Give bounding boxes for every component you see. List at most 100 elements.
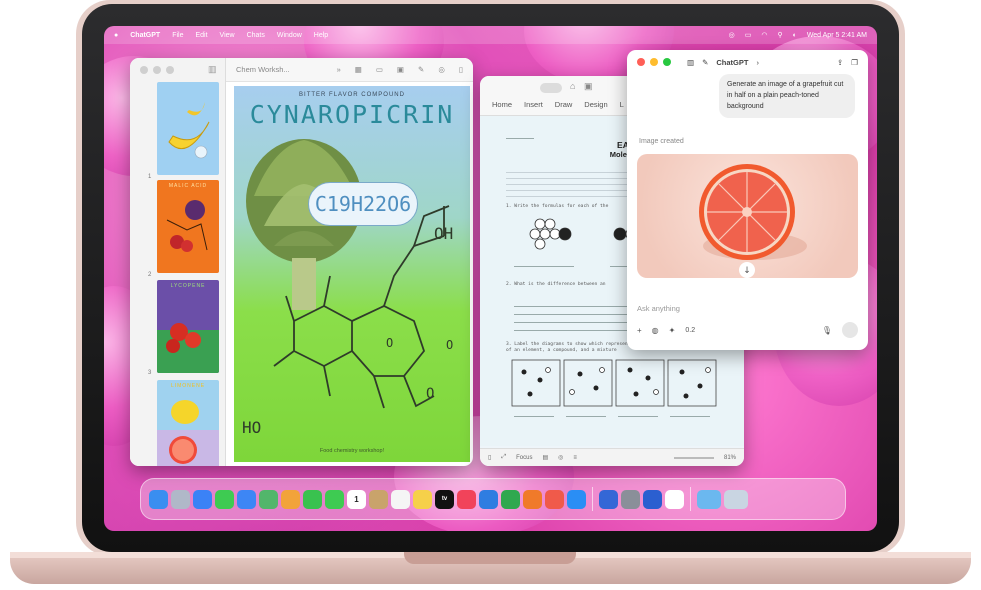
assistant-status: Image created [639,138,684,145]
dock-photos-icon[interactable] [281,489,300,509]
home-icon[interactable]: ⌂ [570,81,575,91]
tab-insert[interactable]: Insert [524,100,543,109]
document-title[interactable]: Chem Worksh... [236,65,290,74]
dock-maps-icon[interactable] [259,489,278,509]
menu-chats[interactable]: Chats [247,32,265,39]
media-icon[interactable]: ▣ [397,65,404,74]
print-layout-icon[interactable]: ▤ [542,454,548,461]
chatgpt-status-icon[interactable]: ◎ [729,31,735,39]
dock-chatgpt-icon[interactable] [665,489,684,509]
tools-icon[interactable]: ✦ [669,326,676,335]
tab-draw[interactable]: Draw [555,100,573,109]
dock-numbers-icon[interactable] [501,489,520,509]
dock-appstore-icon[interactable] [567,489,586,509]
tab-design[interactable]: Design [584,100,607,109]
dock-messages-icon[interactable] [215,489,234,509]
microphone-icon[interactable]: 🎙 [822,326,832,335]
menu-file[interactable]: File [172,32,183,39]
keynote-window[interactable]: ▥ 1 2 MALIC ACID 3 LYCOPENE LIMONENE Che… [130,58,473,466]
format-icon[interactable]: ✎ [418,65,424,74]
comment-icon[interactable]: ▭ [376,65,383,74]
close-button[interactable] [637,58,645,66]
dock-finder-icon[interactable] [149,489,168,509]
search-icon[interactable]: ⚲ [777,31,782,39]
control-center-icon[interactable]: ◐ [793,32,797,39]
focus-icon[interactable]: ⤢ [501,454,506,461]
dock-word-icon[interactable] [643,489,662,509]
page-icon[interactable]: ▯ [488,454,491,461]
menu-bar: ● ChatGPT File Edit View Chats Window He… [104,26,877,44]
slide-title: CYNAROPICRIN [249,100,455,129]
table-icon[interactable]: ▦ [355,65,362,74]
voice-mode-button[interactable] [842,322,858,338]
generated-image[interactable]: ↓ [637,154,858,278]
dock-facetime-icon[interactable] [303,489,322,509]
slide-thumb-1[interactable] [157,82,219,175]
chatgpt-window[interactable]: ▥ ✎ ChatGPT › ⇪ ❐ Generate an image of a… [627,50,868,350]
tab-layout[interactable]: L [620,100,624,109]
zoom-level[interactable]: 81% [724,455,736,461]
model-tag[interactable]: 0.2 [685,327,695,334]
model-selector[interactable]: ChatGPT [716,58,748,67]
share-icon[interactable]: ⇪ [837,58,843,67]
dock-settings-icon[interactable] [621,489,640,509]
lemon-icon [157,400,219,466]
save-icon[interactable]: ▣ [584,81,593,92]
new-chat-icon[interactable]: ✎ [702,58,708,67]
slide-thumb-4[interactable]: LIMONENE [157,380,219,466]
animate-icon[interactable]: ◎ [438,65,445,74]
dock-rocket-icon[interactable] [545,489,564,509]
dock-phone-icon[interactable] [325,489,344,509]
slide-thumb-2[interactable]: MALIC ACID [157,180,219,273]
play-icon[interactable]: » [337,65,341,74]
dock-safari-icon[interactable] [193,489,212,509]
zoom-button[interactable] [166,66,174,74]
slide-thumb-3[interactable]: LYCOPENE [157,280,219,373]
tab-home[interactable]: Home [492,100,512,109]
menu-app-name[interactable]: ChatGPT [130,32,160,39]
web-layout-icon[interactable]: ◎ [558,454,563,461]
dock-keynote-icon[interactable] [479,489,498,509]
close-button[interactable] [140,66,148,74]
clock[interactable]: Wed Apr 5 2:41 AM [807,32,867,39]
dock-contacts-icon[interactable] [369,489,388,509]
dock-pages-icon[interactable] [523,489,542,509]
answer-line [670,416,710,417]
plus-icon[interactable]: + [637,326,642,335]
menu-view[interactable]: View [220,32,235,39]
dock-separator [592,487,593,511]
chem-label-o: O [386,336,394,350]
dock-folder-icon[interactable] [697,489,721,509]
apple-icon[interactable]: ● [114,32,118,39]
zoom-slider[interactable] [673,456,714,459]
dock-mail-icon[interactable] [237,489,256,509]
dock-tv-icon[interactable]: tv [435,489,454,509]
dock-calendar-icon[interactable]: 1 [347,489,366,509]
wifi-icon[interactable]: ◠ [761,31,767,39]
dock-music-icon[interactable] [457,489,476,509]
document-icon[interactable]: ▯ [459,65,463,74]
chevron-right-icon[interactable]: › [756,58,759,67]
read-mode-icon[interactable]: ≡ [573,455,577,461]
dock-trash-icon[interactable] [724,489,748,509]
dock-notes-icon[interactable] [413,489,432,509]
minimize-button[interactable] [650,58,658,66]
slide-canvas[interactable]: BITTER FLAVOR COMPOUND CYNAROPICRIN C19H… [234,86,470,462]
minimize-button[interactable] [153,66,161,74]
globe-icon[interactable]: ◍ [652,326,659,335]
menu-edit[interactable]: Edit [195,32,207,39]
menu-help[interactable]: Help [314,32,328,39]
message-input[interactable]: Ask anything [637,304,680,313]
focus-label[interactable]: Focus [516,455,532,461]
dock-word-doc-icon[interactable] [599,489,618,509]
menu-window[interactable]: Window [277,32,302,39]
dock-launchpad-icon[interactable] [171,489,190,509]
zoom-button[interactable] [663,58,671,66]
chem-label-o: O [426,386,435,402]
sidebar-toggle-icon[interactable]: ▥ [208,64,217,75]
autosave-toggle[interactable] [540,83,562,93]
popout-icon[interactable]: ❐ [851,58,858,67]
dock-reminders-icon[interactable] [391,489,410,509]
sidebar-icon[interactable]: ▥ [687,58,694,67]
battery-icon[interactable]: ▭ [745,31,752,39]
